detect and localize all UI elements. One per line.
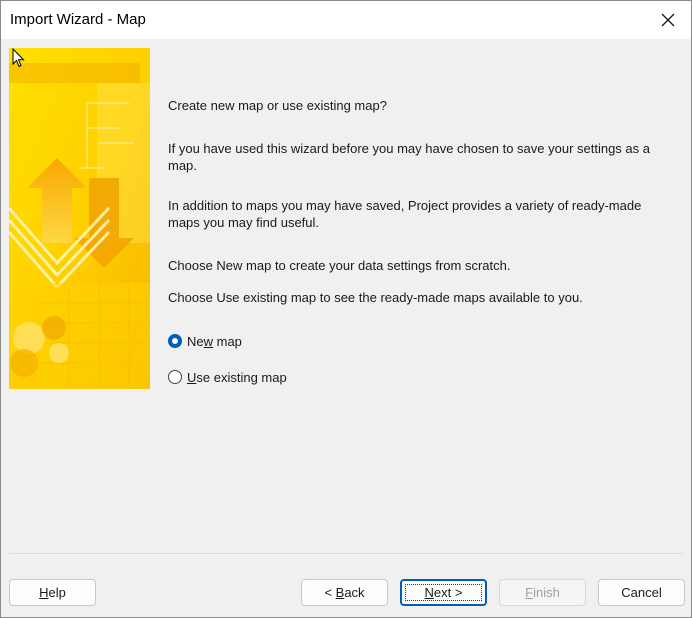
question-text: Create new map or use existing map?: [168, 98, 387, 113]
new-map-radio[interactable]: [168, 334, 182, 348]
info-paragraph-2: In addition to maps you may have saved, …: [168, 198, 642, 230]
close-button[interactable]: [645, 1, 691, 39]
info-paragraph-1: If you have used this wizard before you …: [168, 141, 650, 173]
use-existing-map-radio-option[interactable]: Use existing map: [168, 368, 287, 386]
help-button[interactable]: Help: [9, 579, 96, 606]
title-bar: Import Wizard - Map: [1, 1, 691, 39]
finish-button[interactable]: Finish: [499, 579, 586, 606]
wizard-banner-image: [9, 48, 150, 389]
info-paragraph-3: Choose New map to create your data setti…: [168, 258, 511, 273]
info-paragraph-4: Choose Use existing map to see the ready…: [168, 290, 583, 305]
focus-indicator: [405, 584, 482, 601]
use-existing-map-label[interactable]: Use existing map: [187, 370, 287, 385]
cancel-button[interactable]: Cancel: [598, 579, 685, 606]
import-wizard-dialog: Import Wizard - Map Create new map or us…: [0, 0, 692, 618]
use-existing-map-radio[interactable]: [168, 370, 182, 384]
window-title: Import Wizard - Map: [10, 11, 146, 28]
next-button[interactable]: Next >: [400, 579, 487, 606]
new-map-radio-option[interactable]: New map: [168, 332, 242, 350]
mouse-cursor-icon: [12, 48, 25, 68]
footer-separator: [9, 553, 683, 554]
close-icon: [661, 13, 675, 27]
back-button[interactable]: < Back: [301, 579, 388, 606]
new-map-label[interactable]: New map: [187, 334, 242, 349]
